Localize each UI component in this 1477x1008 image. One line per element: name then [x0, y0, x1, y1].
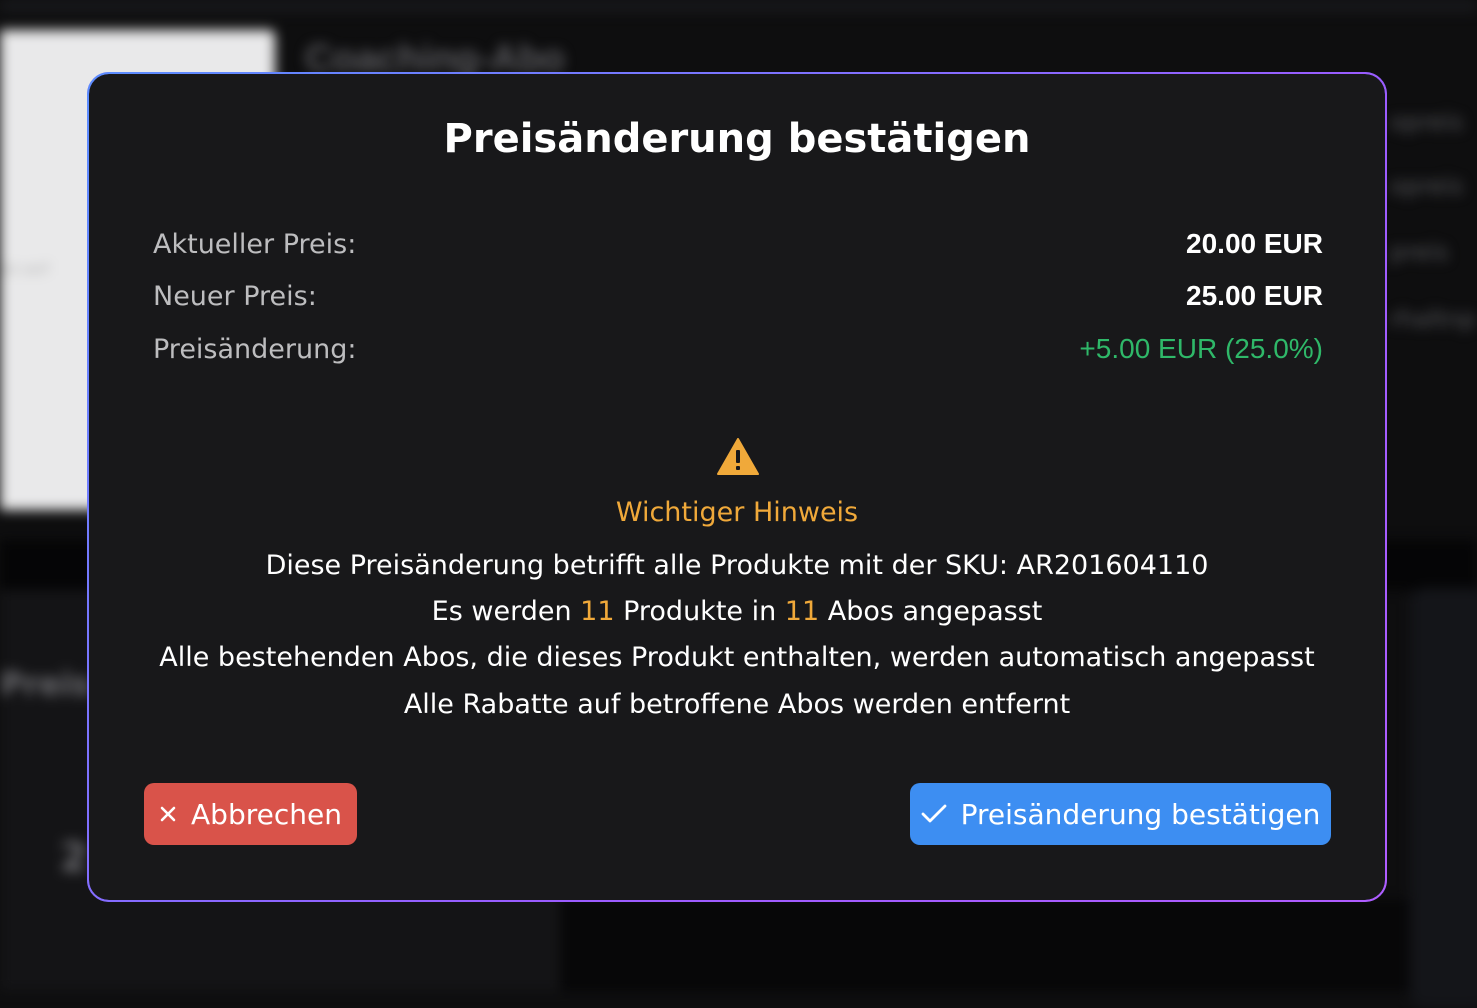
- background-card-text: Ist verf: [0, 262, 90, 276]
- affected-count-text: Es werden 11 Produkte in 11 Abos angepas…: [89, 596, 1385, 627]
- new-price-row: Neuer Preis: 25.00 EUR: [153, 276, 1323, 316]
- new-price-value: 25.00 EUR: [1186, 280, 1323, 312]
- confirm-button-label: Preisänderung bestätigen: [961, 798, 1321, 831]
- warning-title: Wichtiger Hinweis: [89, 497, 1385, 528]
- background-price-label: Preis: [0, 665, 91, 703]
- background-right-item: opreis: [1390, 172, 1463, 200]
- check-icon: [921, 804, 947, 824]
- price-change-row: Preisänderung: +5.00 EUR (25.0%): [153, 329, 1323, 369]
- count-suffix: Abos angepasst: [819, 596, 1042, 627]
- current-price-label: Aktueller Preis:: [153, 229, 356, 260]
- product-count: 11: [580, 596, 614, 627]
- current-price-value: 20.00 EUR: [1186, 228, 1323, 260]
- price-change-value: +5.00 EUR (25.0%): [1079, 333, 1323, 365]
- current-price-row: Aktueller Preis: 20.00 EUR: [153, 224, 1323, 264]
- background-right-item: rhaltnp: [1390, 305, 1476, 333]
- background-right-panel: [1410, 588, 1477, 1008]
- background-price-value: 2: [60, 835, 88, 881]
- warning-triangle-icon: [717, 438, 759, 476]
- close-icon: [159, 805, 177, 823]
- discounts-removed-text: Alle Rabatte auf betroffene Abos werden …: [89, 689, 1385, 720]
- background-topbar: [0, 0, 1477, 12]
- background-right-item: preis: [1390, 238, 1449, 266]
- sku-info-text: Diese Preisänderung betrifft alle Produk…: [89, 550, 1385, 581]
- new-price-label: Neuer Preis:: [153, 281, 317, 312]
- abo-count: 11: [785, 596, 819, 627]
- background-bottom-panel: [560, 900, 1410, 991]
- price-change-label: Preisänderung:: [153, 334, 356, 365]
- price-change-modal: Preisänderung bestätigen Aktueller Preis…: [87, 72, 1387, 902]
- cancel-button-label: Abbrechen: [191, 798, 342, 831]
- modal-title: Preisänderung bestätigen: [89, 116, 1385, 162]
- confirm-price-change-button[interactable]: Preisänderung bestätigen: [910, 783, 1331, 845]
- count-prefix: Es werden: [432, 596, 580, 627]
- background-right-item: opreis: [1390, 108, 1463, 136]
- count-middle: Produkte in: [615, 596, 785, 627]
- cancel-button[interactable]: Abbrechen: [144, 783, 357, 845]
- abos-adjusted-text: Alle bestehenden Abos, die dieses Produk…: [89, 642, 1385, 673]
